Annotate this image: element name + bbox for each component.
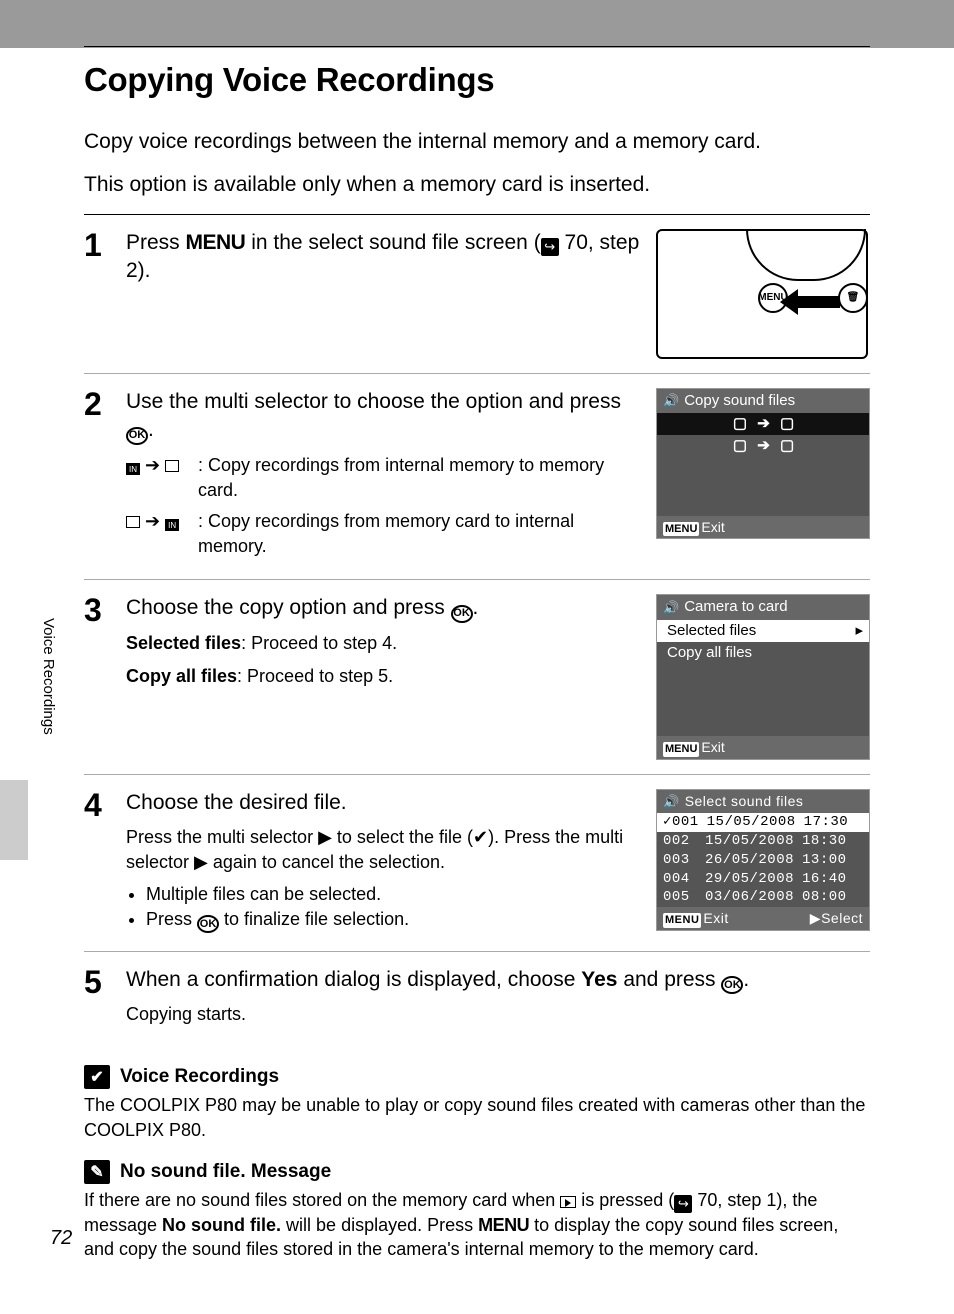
ok-button-icon: OK [126, 427, 148, 445]
file-row: ✓00115/05/200817:30 [657, 813, 869, 832]
step-2: 2 Use the multi selector to choose the o… [84, 374, 870, 581]
intro-line-2: This option is available only when a mem… [84, 170, 870, 199]
step-5: 5 When a confirmation dialog is displaye… [84, 952, 870, 1042]
step-5-text: When a confirmation dialog is displayed,… [126, 966, 862, 994]
lcd-camera-to-card: 🔊 Camera to card Selected files▸ Copy all… [656, 594, 870, 760]
step-number: 5 [84, 966, 126, 1028]
step-4-head: Choose the desired file. [126, 789, 640, 817]
lcd-title: Copy sound files [684, 391, 795, 411]
note-no-sound-file-head: ✎ No sound file. Message [84, 1160, 870, 1184]
file-row: 00326/05/200813:00 [657, 851, 869, 870]
ok-button-icon: OK [197, 915, 219, 933]
voice-icon: 🔊 [663, 392, 679, 410]
menu-pill-icon: MENU [663, 913, 701, 928]
menu-label-icon: MENU [478, 1215, 529, 1235]
page-ref-icon: ↪ [674, 1195, 692, 1213]
intro-line-1: Copy voice recordings between the intern… [84, 127, 870, 156]
step-number: 4 [84, 789, 126, 937]
step-3-text: Choose the copy option and press OK. [126, 594, 640, 622]
file-row: 00215/05/200818:30 [657, 832, 869, 851]
page-title: Copying Voice Recordings [84, 61, 870, 99]
card-icon [126, 516, 140, 528]
copy-direction-1: IN ➔ : Copy recordings from internal mem… [126, 453, 640, 503]
checkmark-icon: ✔ [473, 827, 488, 847]
note-voice-recordings-head: ✔ Voice Recordings [84, 1065, 870, 1089]
step-4-desc: Press the multi selector ▶ to select the… [126, 825, 640, 875]
arrow-left-icon [780, 289, 840, 315]
camera-illustration: MENU 🗑 [656, 229, 868, 359]
bullet-multiple: Multiple files can be selected. [146, 884, 640, 905]
note-voice-recordings-body: The COOLPIX P80 may be unable to play or… [84, 1093, 870, 1142]
lcd-option-selected: ▢ ➔ ▢ [657, 413, 869, 435]
step-3: 3 Choose the copy option and press OK. S… [84, 580, 870, 775]
right-triangle-icon: ▶ [194, 850, 208, 875]
chevron-right-icon: ▸ [855, 621, 863, 641]
step-number: 1 [84, 229, 126, 359]
menu-pill-icon: MENU [663, 742, 699, 757]
voice-icon: 🔊 [663, 599, 679, 617]
title-rule [84, 46, 870, 47]
ok-button-icon: OK [451, 605, 473, 623]
step-1-text: Press MENU in the select sound file scre… [126, 229, 640, 286]
step-2-text: Use the multi selector to choose the opt… [126, 388, 640, 445]
playback-button-icon [560, 1196, 576, 1208]
lcd-title: Camera to card [684, 597, 787, 617]
step-1: 1 Press MENU in the select sound file sc… [84, 215, 870, 374]
lcd-option-selected: Selected files▸ [657, 620, 869, 642]
right-triangle-icon: ▶ [318, 825, 332, 850]
file-row: 00429/05/200816:40 [657, 870, 869, 889]
menu-pill-icon: MENU [663, 522, 699, 537]
delete-button-icon: 🗑 [838, 283, 868, 313]
copy-direction-2: ➔ IN : Copy recordings from memory card … [126, 509, 640, 559]
note-no-sound-file-body: If there are no sound files stored on th… [84, 1188, 870, 1261]
step-4: 4 Choose the desired file. Press the mul… [84, 775, 870, 952]
copy-all-files-option: Copy all files: Proceed to step 5. [126, 664, 640, 689]
lcd-copy-sound-files: 🔊Copy sound files ▢ ➔ ▢ ▢ ➔ ▢ MENUExit [656, 388, 870, 540]
selected-files-option: Selected files: Proceed to step 4. [126, 631, 640, 656]
internal-memory-icon: IN [126, 463, 140, 475]
step-5-desc: Copying starts. [126, 1002, 862, 1027]
step-number: 3 [84, 594, 126, 760]
internal-memory-icon: IN [165, 519, 179, 531]
pencil-note-icon: ✎ [84, 1160, 110, 1184]
lcd-option: Copy all files [657, 642, 869, 664]
menu-label-icon: MENU [186, 231, 246, 254]
lcd-select-sound-files: 🔊Select sound files ✓00115/05/200817:30 … [656, 789, 870, 931]
voice-icon: 🔊 [663, 793, 680, 811]
lcd-title: Select sound files [685, 792, 804, 811]
caution-check-icon: ✔ [84, 1065, 110, 1089]
right-triangle-icon: ▶ [810, 910, 821, 926]
lcd-option: ▢ ➔ ▢ [657, 435, 869, 457]
page-ref-icon: ↪ [541, 238, 559, 256]
ok-button-icon: OK [721, 976, 743, 994]
step-number: 2 [84, 388, 126, 566]
card-icon [165, 460, 179, 472]
file-row: 00503/06/200808:00 [657, 888, 869, 907]
bullet-finalize: Press OK to finalize file selection. [146, 909, 640, 933]
